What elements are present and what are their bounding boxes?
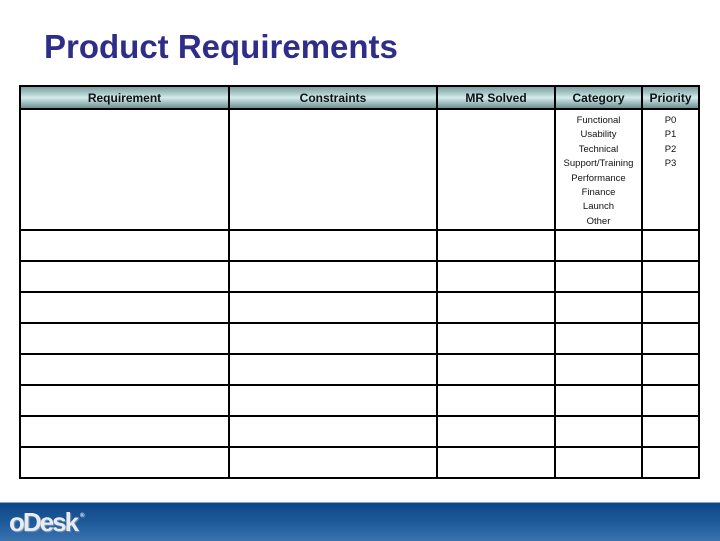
mr-solved-cell[interactable] (436, 446, 556, 480)
table-row (19, 415, 700, 449)
registered-mark: ® (80, 513, 85, 519)
mr-solved-cell[interactable] (436, 353, 556, 387)
requirement-cell[interactable] (19, 322, 230, 356)
category-option: Performance (571, 172, 626, 184)
header-mr-solved: MR Solved (436, 85, 556, 110)
constraints-cell[interactable] (228, 260, 438, 294)
requirement-cell[interactable] (19, 107, 230, 232)
requirements-table: Requirement Constraints MR Solved Catego… (19, 85, 700, 480)
empty-rows (19, 229, 700, 480)
requirement-cell[interactable] (19, 415, 230, 449)
category-option: Usability (580, 129, 617, 141)
table-row (19, 384, 700, 418)
mr-solved-cell[interactable] (436, 415, 556, 449)
requirement-cell[interactable] (19, 229, 230, 263)
odesk-logo: oDesk ® (9, 507, 85, 538)
constraints-cell[interactable] (228, 291, 438, 325)
mr-solved-cell[interactable] (436, 107, 556, 232)
table-row (19, 353, 700, 387)
constraints-cell[interactable] (228, 322, 438, 356)
requirement-cell[interactable] (19, 291, 230, 325)
category-cell[interactable]: Functional Usability Technical Support/T… (554, 107, 643, 232)
category-cell[interactable] (554, 384, 643, 418)
category-option: Launch (582, 201, 615, 213)
priority-option: P3 (664, 158, 677, 170)
category-option: Finance (581, 187, 616, 199)
priority-option: P1 (664, 129, 677, 141)
table-row (19, 446, 700, 480)
priority-cell[interactable] (641, 291, 700, 325)
constraints-cell[interactable] (228, 446, 438, 480)
category-cell[interactable] (554, 353, 643, 387)
category-cell[interactable] (554, 322, 643, 356)
priority-option: P2 (664, 143, 677, 155)
priority-cell[interactable] (641, 415, 700, 449)
category-option: Other (586, 215, 611, 227)
page-title: Product Requirements (44, 28, 398, 65)
mr-solved-cell[interactable] (436, 291, 556, 325)
constraints-cell[interactable] (228, 384, 438, 418)
priority-cell[interactable] (641, 229, 700, 263)
category-cell[interactable] (554, 229, 643, 263)
category-options-list: Functional Usability Technical Support/T… (556, 110, 641, 229)
mr-solved-cell[interactable] (436, 384, 556, 418)
logo-text: oDesk (9, 507, 79, 537)
table-row: Functional Usability Technical Support/T… (19, 107, 700, 232)
constraints-cell[interactable] (228, 353, 438, 387)
category-option: Technical (578, 143, 619, 155)
table-row (19, 291, 700, 325)
constraints-cell[interactable] (228, 415, 438, 449)
footer-band: oDesk ® (0, 502, 720, 541)
table-row (19, 260, 700, 294)
mr-solved-cell[interactable] (436, 260, 556, 294)
category-option: Functional (576, 115, 621, 126)
priority-options-list: P0 P1 P2 P3 (643, 110, 698, 172)
category-cell[interactable] (554, 291, 643, 325)
mr-solved-cell[interactable] (436, 229, 556, 263)
priority-cell[interactable] (641, 446, 700, 480)
requirement-cell[interactable] (19, 446, 230, 480)
category-cell[interactable] (554, 260, 643, 294)
table-header-row: Requirement Constraints MR Solved Catego… (19, 85, 700, 110)
constraints-cell[interactable] (228, 229, 438, 263)
category-option: Support/Training (563, 158, 634, 170)
mr-solved-cell[interactable] (436, 322, 556, 356)
category-cell[interactable] (554, 446, 643, 480)
header-requirement: Requirement (19, 85, 230, 110)
table-row (19, 229, 700, 263)
category-cell[interactable] (554, 415, 643, 449)
requirement-cell[interactable] (19, 353, 230, 387)
header-constraints: Constraints (228, 85, 438, 110)
constraints-cell[interactable] (228, 107, 438, 232)
table-row (19, 322, 700, 356)
priority-option: P0 (664, 115, 677, 126)
header-priority: Priority (641, 85, 700, 110)
priority-cell[interactable] (641, 384, 700, 418)
priority-cell[interactable] (641, 260, 700, 294)
priority-cell[interactable]: P0 P1 P2 P3 (641, 107, 700, 232)
priority-cell[interactable] (641, 322, 700, 356)
requirement-cell[interactable] (19, 384, 230, 418)
header-category: Category (554, 85, 643, 110)
requirement-cell[interactable] (19, 260, 230, 294)
priority-cell[interactable] (641, 353, 700, 387)
